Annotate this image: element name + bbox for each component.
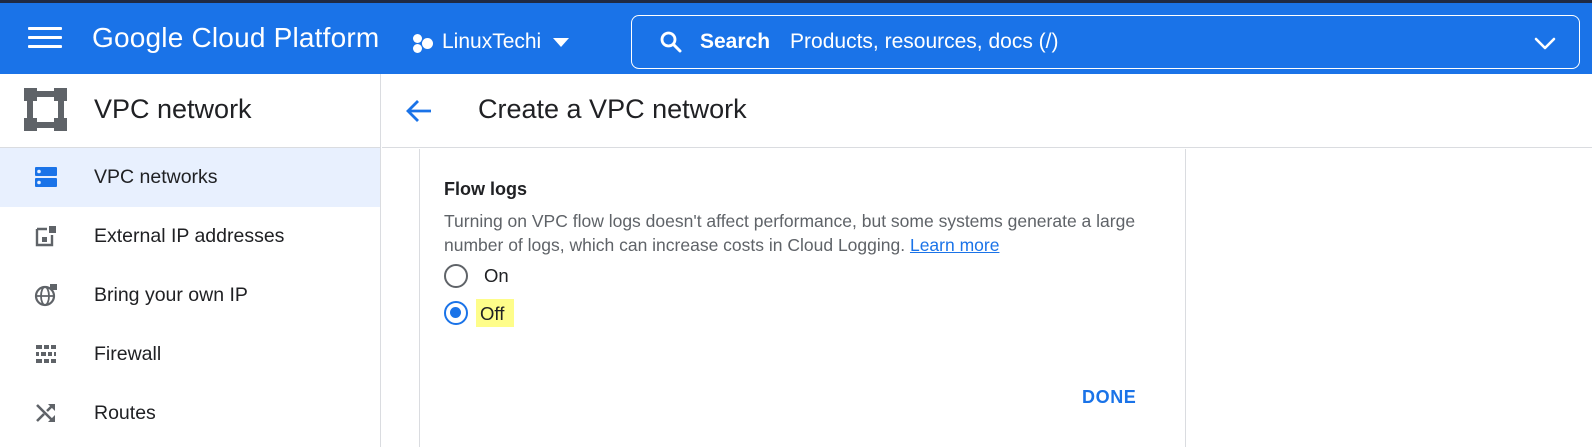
flow-logs-description-text: Turning on VPC flow logs doesn't affect … bbox=[444, 211, 1136, 255]
top-app-bar: Google Cloud Platform LinuxTechi Search … bbox=[0, 0, 1592, 74]
page-header: Create a VPC network bbox=[382, 74, 1592, 148]
globe-icon bbox=[34, 283, 58, 307]
caret-down-icon bbox=[553, 37, 570, 47]
sidebar-item-label: Routes bbox=[94, 402, 156, 424]
back-arrow-icon[interactable] bbox=[404, 96, 434, 126]
sidebar: VPC network VPC networks External IP add… bbox=[0, 74, 381, 447]
chevron-down-icon[interactable] bbox=[1533, 31, 1557, 55]
radio-on[interactable] bbox=[444, 264, 468, 288]
flow-logs-description: Turning on VPC flow logs doesn't affect … bbox=[444, 209, 1164, 257]
learn-more-link[interactable]: Learn more bbox=[910, 235, 1000, 255]
search-label: Search bbox=[700, 30, 771, 53]
sidebar-item-label: VPC networks bbox=[94, 166, 218, 188]
sidebar-header: VPC network bbox=[0, 74, 380, 148]
brand-logo[interactable]: Google Cloud Platform bbox=[92, 22, 379, 54]
radio-on-label: On bbox=[484, 265, 509, 286]
done-button[interactable]: DONE bbox=[1082, 387, 1136, 408]
sidebar-title: VPC network bbox=[94, 94, 252, 124]
search-icon bbox=[660, 31, 682, 53]
radio-off-label: Off bbox=[476, 299, 515, 327]
sidebar-item-vpc-networks[interactable]: VPC networks bbox=[0, 148, 380, 207]
search-bar[interactable]: Search Products, resources, docs (/) bbox=[631, 15, 1580, 69]
page-title: Create a VPC network bbox=[478, 94, 747, 124]
flow-logs-title: Flow logs bbox=[444, 179, 527, 199]
vpc-network-logo-icon bbox=[24, 88, 67, 131]
flow-logs-on-option[interactable]: On bbox=[444, 262, 513, 290]
sidebar-item-label: External IP addresses bbox=[94, 225, 285, 247]
sidebar-item-bring-your-own-ip[interactable]: Bring your own IP bbox=[0, 266, 380, 325]
hamburger-menu-icon[interactable] bbox=[28, 27, 62, 53]
sidebar-item-label: Bring your own IP bbox=[94, 284, 248, 306]
sidebar-item-routes[interactable]: Routes bbox=[0, 384, 380, 443]
sidebar-item-external-ip-addresses[interactable]: External IP addresses bbox=[0, 207, 380, 266]
project-name: LinuxTechi bbox=[442, 30, 542, 53]
search-input[interactable]: Products, resources, docs (/) bbox=[790, 30, 1058, 54]
flow-logs-panel: Flow logs Turning on VPC flow logs doesn… bbox=[419, 149, 1186, 447]
flow-logs-off-option[interactable]: Off bbox=[444, 299, 515, 327]
project-icon bbox=[412, 31, 434, 53]
vpc-networks-icon bbox=[34, 165, 58, 189]
sidebar-item-label: Firewall bbox=[94, 343, 162, 365]
project-selector[interactable]: LinuxTechi bbox=[412, 25, 570, 59]
radio-off[interactable] bbox=[444, 301, 468, 325]
firewall-icon bbox=[34, 342, 58, 366]
routes-icon bbox=[34, 401, 58, 425]
external-ip-icon bbox=[34, 224, 58, 248]
sidebar-item-firewall[interactable]: Firewall bbox=[0, 325, 380, 384]
